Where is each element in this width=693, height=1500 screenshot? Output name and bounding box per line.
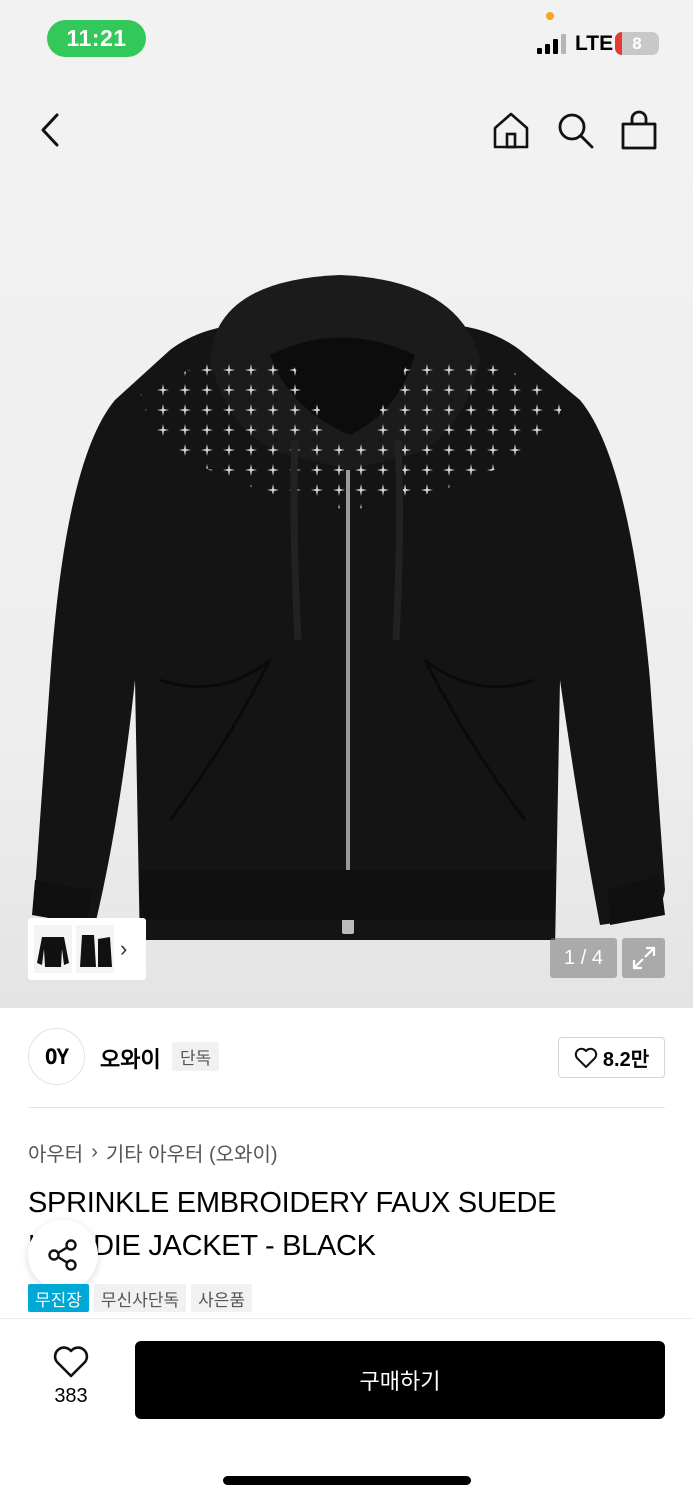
heart-icon [53,1346,89,1378]
expand-icon [632,946,655,970]
back-button[interactable] [28,108,72,152]
brand-name[interactable]: 오와이 [100,1042,161,1074]
bottom-action-bar: 383 구매하기 [0,1318,693,1500]
cart-button[interactable] [617,108,661,152]
heart-icon [574,1047,598,1068]
home-indicator[interactable] [223,1476,471,1485]
thumbnail-front[interactable] [34,925,72,973]
breadcrumb-separator: › [91,1141,98,1163]
tag-mujinjang: 무진장 [28,1284,89,1312]
home-button[interactable] [489,108,533,152]
brand-like-button[interactable]: 8.2만 [558,1037,665,1078]
privacy-indicator [546,12,554,20]
product-gallery[interactable]: › 1 / 4 [0,80,693,1008]
network-label: LTE [575,32,614,55]
expand-button[interactable] [622,938,665,978]
status-bar: 11:21 LTE 8 [0,0,693,80]
brand-logo[interactable]: OY [28,1028,85,1085]
breadcrumb-category[interactable]: 아우터 [28,1138,83,1167]
breadcrumb: 아우터 › 기타 아우터 (오와이) [28,1138,278,1167]
wishlist-count: 383 [54,1385,88,1407]
divider [28,1107,665,1108]
share-button[interactable] [28,1220,98,1290]
brand-like-count: 8.2만 [602,1049,650,1071]
battery-icon: 8 [615,32,659,55]
tag-musinsa-exclusive: 무신사단독 [93,1284,187,1312]
home-icon [493,112,529,149]
search-button[interactable] [553,108,597,152]
buy-button[interactable]: 구매하기 [135,1341,665,1419]
product-image [32,275,665,940]
page-indicator: 1 / 4 [550,938,617,978]
brand-row: OY 오와이 단독 8.2만 [28,1028,665,1086]
thumbnail-next-arrow[interactable]: › [120,936,127,962]
signal-icon [537,34,567,54]
tag-gift: 사은품 [191,1284,253,1312]
exclusive-badge: 단독 [172,1042,220,1071]
share-icon [48,1239,77,1271]
tag-list: 무진장 무신사단독 사은품 [28,1284,253,1312]
product-title: SPRINKLE EMBROIDERY FAUX SUEDE HOODIE JA… [28,1187,564,1262]
status-time: 11:21 [47,20,146,57]
thumbnail-strip[interactable]: › [28,918,146,980]
wishlist-button[interactable]: 383 [30,1345,112,1415]
search-icon [558,113,594,149]
shopping-bag-icon [621,110,657,150]
thumbnail-side[interactable] [76,925,114,973]
back-icon [41,113,59,147]
breadcrumb-subcategory[interactable]: 기타 아우터 (오와이) [106,1138,278,1167]
battery-level: 8 [632,33,642,53]
